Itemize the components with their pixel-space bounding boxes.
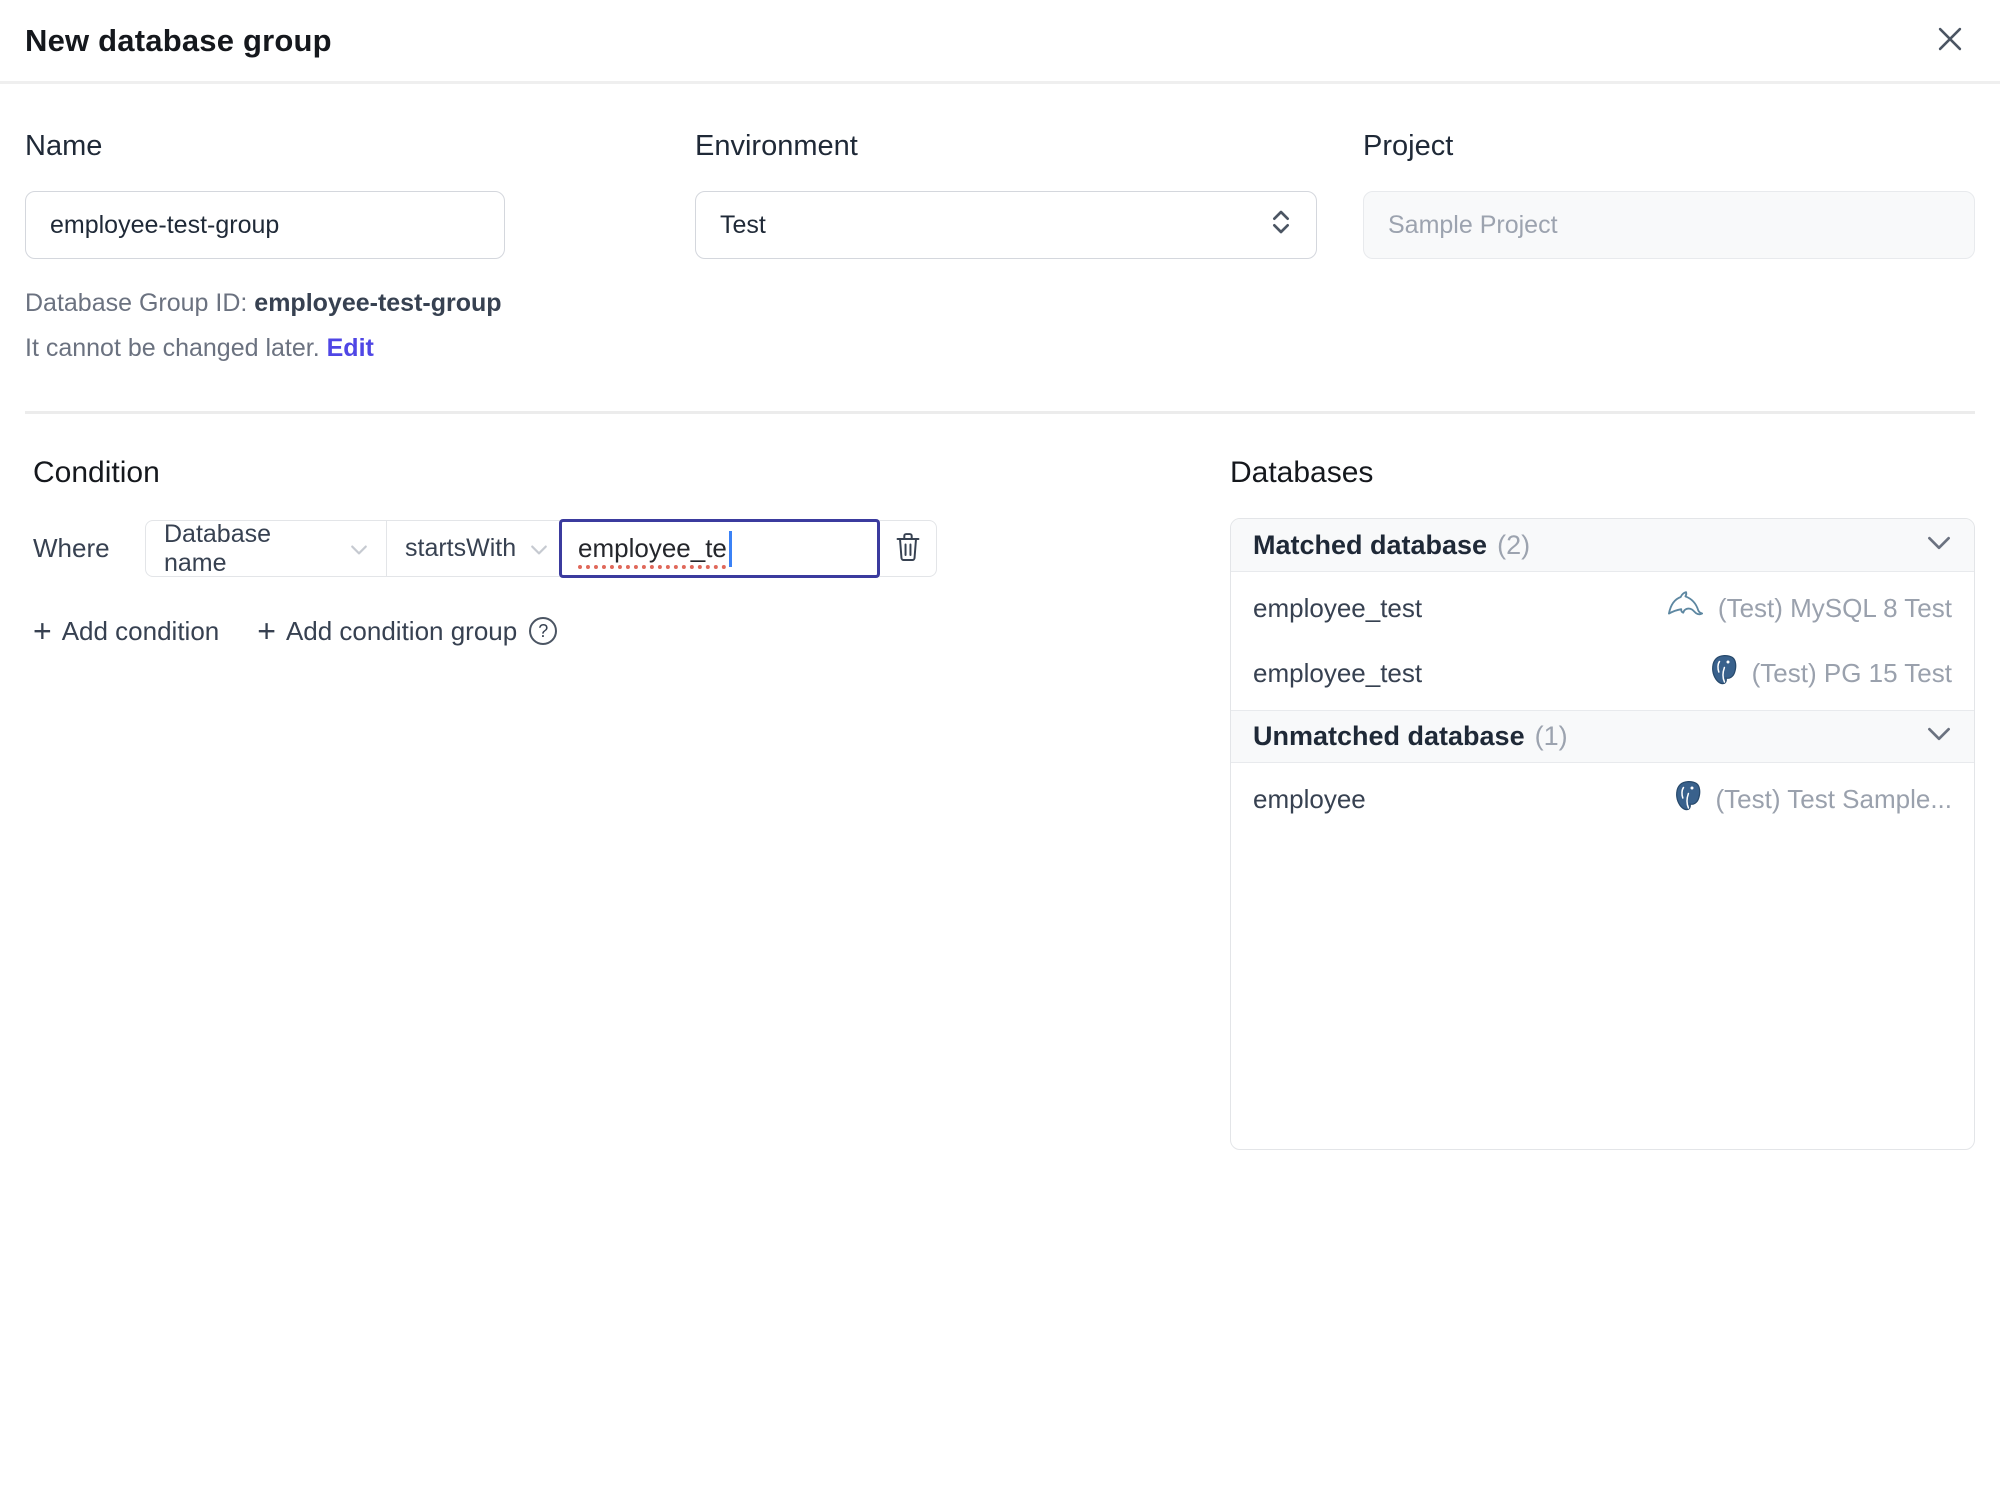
- condition-value-text: employee_te: [578, 533, 727, 563]
- group-form: Name Database Group ID: employee-test-gr…: [0, 84, 2000, 371]
- condition-expression-group: Database name startsWith employee_te: [145, 519, 937, 578]
- database-instance: (Test) PG 15 Test: [1708, 653, 1952, 694]
- page-title: New database group: [25, 22, 332, 58]
- add-condition-button[interactable]: + Add condition: [33, 615, 219, 647]
- databases-panel: Matched database (2) employee_test (Test…: [1230, 518, 1975, 1150]
- database-name: employee: [1253, 784, 1366, 814]
- plus-icon: +: [33, 613, 52, 649]
- database-name: employee_test: [1253, 593, 1423, 623]
- group-id-prefix: Database Group ID:: [25, 289, 255, 317]
- condition-field-value: Database name: [164, 519, 272, 577]
- database-instance: (Test) Test Sample...: [1672, 779, 1953, 820]
- help-icon[interactable]: ?: [529, 617, 558, 645]
- databases-heading: Databases: [1230, 456, 1374, 489]
- chevron-down-icon: [1926, 535, 1952, 556]
- group-id-value: employee-test-group: [254, 289, 502, 317]
- condition-row: Where Database name startsWith employee_…: [33, 519, 945, 578]
- close-icon: [1933, 22, 1967, 59]
- project-value: Sample Project: [1388, 210, 1558, 239]
- database-row[interactable]: employee_test (Test) MySQL 8 Test: [1231, 576, 1974, 641]
- condition-value-input[interactable]: employee_te: [559, 519, 880, 578]
- unmatched-database-title: Unmatched database: [1253, 721, 1525, 751]
- delete-condition-button[interactable]: [880, 521, 936, 576]
- unmatched-database-rows: employee (Test) Test Sample...: [1231, 763, 1974, 836]
- condition-heading: Condition: [33, 456, 160, 489]
- name-input[interactable]: [25, 191, 505, 259]
- condition-operator-value: startsWith: [405, 534, 517, 562]
- edit-id-link[interactable]: Edit: [327, 334, 374, 362]
- condition-field-select[interactable]: Database name: [146, 519, 387, 577]
- add-condition-group-label: Add condition group: [285, 615, 518, 646]
- add-condition-group-button[interactable]: + Add condition group: [257, 615, 517, 647]
- group-id-note: Database Group ID: employee-test-group I…: [25, 281, 515, 371]
- postgresql-icon: [1708, 653, 1740, 694]
- database-name: employee_test: [1253, 658, 1423, 688]
- mysql-icon: [1664, 590, 1706, 627]
- database-instance-label: (Test) Test Sample...: [1715, 784, 1953, 814]
- databases-section: Databases Matched database (2) employee_t…: [1230, 414, 1975, 1150]
- database-instance-label: (Test) PG 15 Test: [1751, 658, 1952, 688]
- plus-icon: +: [257, 613, 276, 649]
- matched-database-header[interactable]: Matched database (2): [1231, 519, 1974, 572]
- add-condition-label: Add condition: [61, 615, 220, 646]
- database-row[interactable]: employee_test (Test) PG 15 Test: [1231, 641, 1974, 706]
- environment-selected-value: Test: [720, 210, 766, 239]
- environment-label: Environment: [695, 130, 858, 162]
- project-label: Project: [1363, 130, 1454, 162]
- chevron-down-icon: [530, 534, 548, 563]
- postgresql-icon: [1672, 779, 1704, 820]
- where-label: Where: [33, 533, 110, 563]
- matched-database-title: Matched database: [1253, 529, 1488, 560]
- database-instance-label: (Test) MySQL 8 Test: [1717, 593, 1952, 623]
- project-input: Sample Project: [1363, 191, 1975, 259]
- close-button[interactable]: [1928, 19, 1972, 63]
- database-instance: (Test) MySQL 8 Test: [1664, 590, 1952, 627]
- trash-icon: [893, 531, 923, 566]
- condition-actions: + Add condition + Add condition group ?: [33, 615, 945, 647]
- matched-database-rows: employee_test (Test) MySQL 8 Test employ…: [1231, 572, 1974, 710]
- group-id-suffix: It cannot be changed later.: [25, 334, 327, 362]
- text-caret: [728, 530, 732, 567]
- main-content: Condition Where Database name startsWith: [0, 414, 2000, 1150]
- database-row[interactable]: employee (Test) Test Sample...: [1231, 767, 1974, 832]
- condition-operator-select[interactable]: startsWith: [387, 521, 559, 576]
- name-label: Name: [25, 130, 103, 162]
- unmatched-database-header[interactable]: Unmatched database (1): [1231, 710, 1974, 763]
- matched-database-count: (2): [1497, 529, 1531, 560]
- environment-select[interactable]: Test: [695, 191, 1317, 259]
- condition-section: Condition Where Database name startsWith: [25, 414, 945, 1150]
- dialog-header: New database group: [0, 0, 2000, 84]
- chevron-down-icon: [1926, 726, 1952, 747]
- chevron-down-icon: [350, 534, 368, 563]
- updown-chevron-icon: [1270, 206, 1292, 245]
- unmatched-database-count: (1): [1534, 721, 1568, 751]
